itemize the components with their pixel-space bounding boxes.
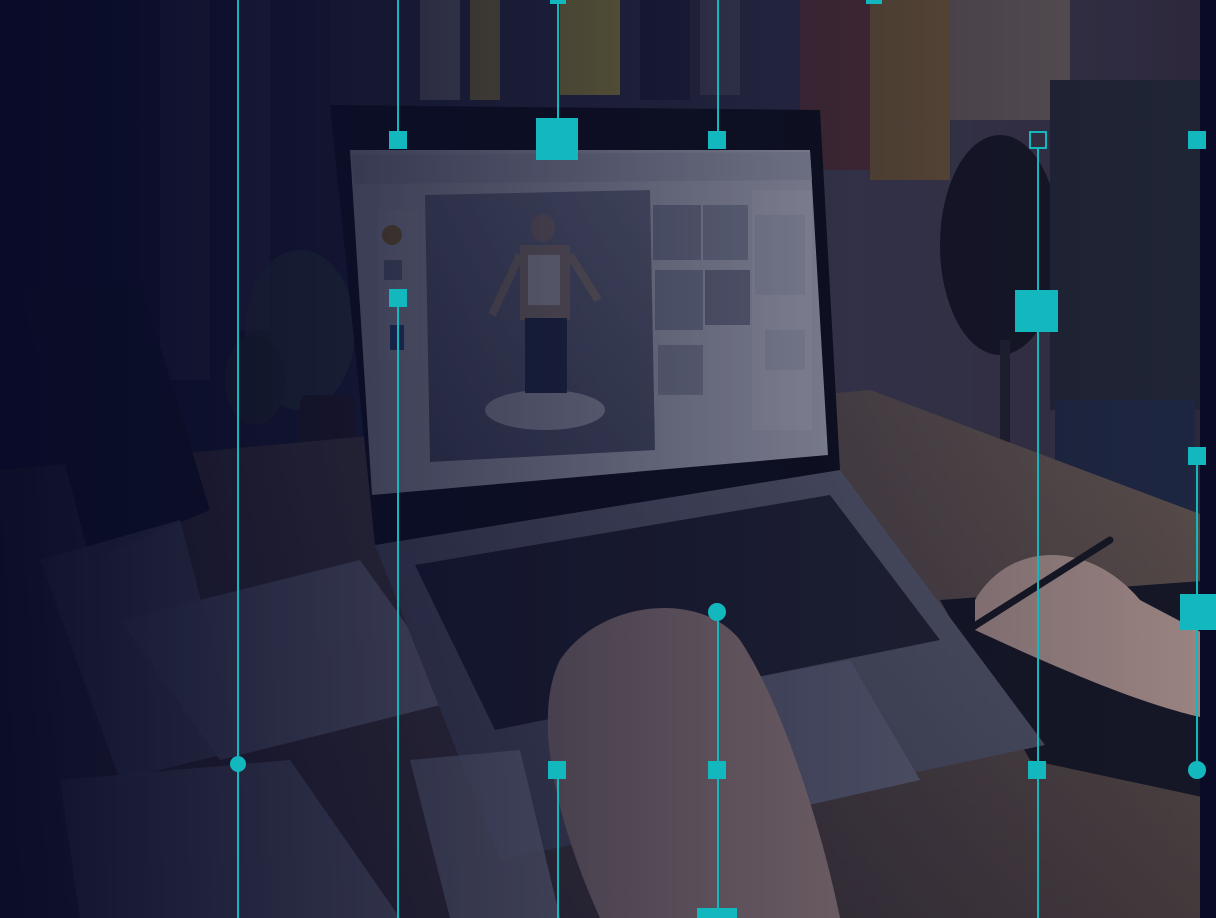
overlay-node — [389, 131, 407, 149]
overlay-node — [866, 0, 882, 4]
overlay-node — [708, 761, 726, 779]
overlay-dot — [708, 603, 726, 621]
hero-image — [0, 0, 1216, 918]
overlay-grid — [230, 0, 1216, 918]
overlay-node-large — [1180, 594, 1216, 630]
overlay-dot — [230, 756, 246, 772]
overlay-dot — [1188, 761, 1206, 779]
overlay-node — [1188, 131, 1206, 149]
overlay-node — [1188, 447, 1206, 465]
overlay-node-large — [1015, 290, 1058, 332]
overlay-node — [548, 761, 566, 779]
overlay-node — [389, 289, 407, 307]
overlay-node-hollow — [1029, 131, 1047, 149]
overlay-node-large — [697, 908, 737, 918]
overlay-node — [550, 0, 566, 4]
overlay-node — [1028, 761, 1046, 779]
overlay-node-large — [536, 118, 578, 160]
overlay-node — [708, 131, 726, 149]
